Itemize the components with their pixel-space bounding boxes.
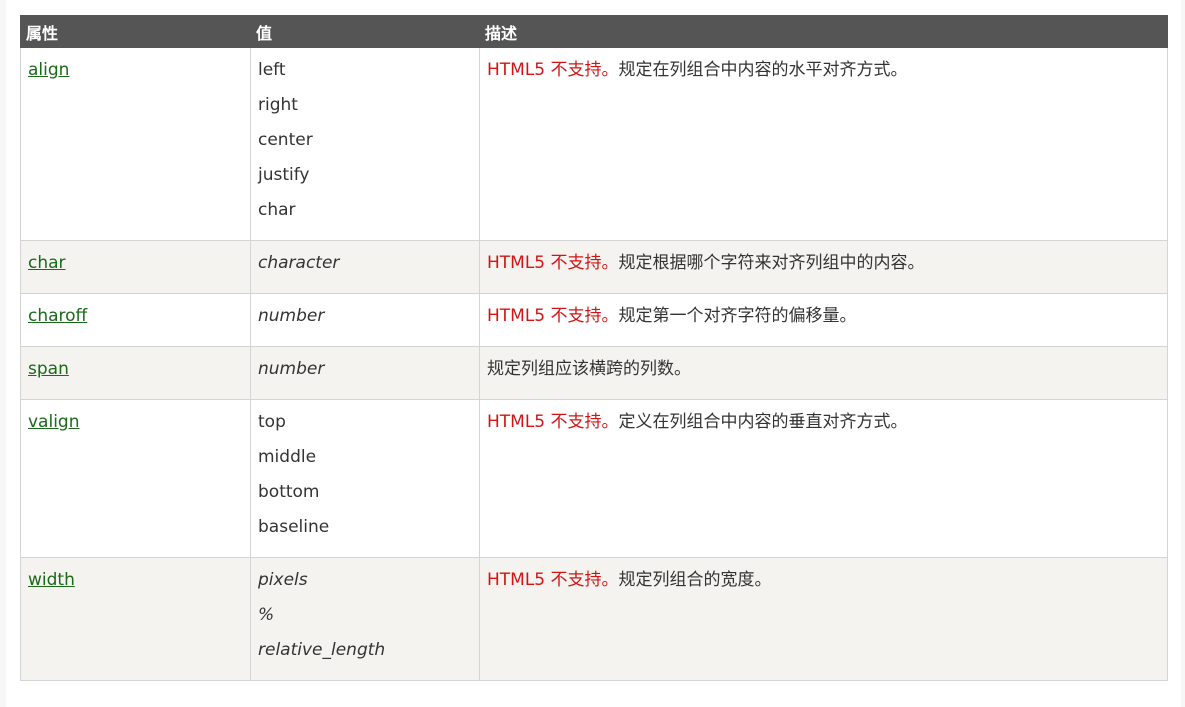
html5-unsupported-label: HTML5 不支持。 (487, 253, 619, 273)
description-text: 定义在列组合中内容的垂直对齐方式。 (618, 412, 908, 432)
value-item: center (258, 130, 313, 150)
description-cell: HTML5 不支持。规定列组合的宽度。 (479, 557, 1168, 681)
attribute-link-char[interactable]: char (28, 246, 243, 281)
attribute-cell: char (20, 240, 251, 294)
description-text-wrap: HTML5 不支持。规定根据哪个字符来对齐列组中的内容。 (487, 246, 1160, 281)
description-text: 规定列组应该横跨的列数。 (487, 359, 691, 379)
value-cell: number (250, 346, 480, 400)
description-text: 规定第一个对齐字符的偏移量。 (618, 306, 857, 326)
html5-unsupported-label: HTML5 不支持。 (487, 306, 619, 326)
value-item: bottom (258, 482, 320, 502)
value-item: char (258, 200, 296, 220)
description-text: 规定在列组合中内容的水平对齐方式。 (618, 60, 908, 80)
value-item: character (258, 253, 340, 273)
description-text-wrap: HTML5 不支持。定义在列组合中内容的垂直对齐方式。 (487, 405, 1160, 440)
description-cell: HTML5 不支持。规定在列组合中内容的水平对齐方式。 (479, 47, 1168, 241)
value-cell: top middle bottom baseline (250, 399, 480, 558)
value-item: % (258, 605, 275, 625)
description-text-wrap: 规定列组应该横跨的列数。 (487, 352, 1160, 387)
html5-unsupported-label: HTML5 不支持。 (487, 60, 619, 80)
attributes-table: 属性 值 描述 align left right center justify char H… (20, 15, 1168, 681)
header-attribute: 属性 (20, 15, 251, 48)
table-row: char character HTML5 不支持。规定根据哪个字符来对齐列组中的内容… (20, 240, 1168, 294)
value-item: baseline (258, 517, 330, 537)
value-item: middle (258, 447, 317, 467)
table-header-row: 属性 值 描述 (20, 15, 1168, 48)
value-item: right (258, 95, 298, 115)
value-cell: left right center justify char (250, 47, 480, 241)
value-cell: character (250, 240, 480, 294)
description-cell: HTML5 不支持。规定第一个对齐字符的偏移量。 (479, 293, 1168, 347)
value-item: number (258, 359, 325, 379)
value-cell: pixels% relative_length (250, 557, 480, 681)
header-description: 描述 (479, 15, 1168, 48)
attribute-link-charoff[interactable]: charoff (28, 299, 243, 334)
table-row: valign top middle bottom baseline HTML5 不支持。定… (20, 399, 1168, 558)
html5-unsupported-label: HTML5 不支持。 (487, 412, 619, 432)
attribute-cell: align (20, 47, 251, 241)
value-item: left (258, 60, 286, 80)
attribute-link-valign[interactable]: valign (28, 405, 243, 440)
attribute-link-width[interactable]: width (28, 563, 243, 598)
value-item: top (258, 412, 286, 432)
html5-unsupported-label: HTML5 不支持。 (487, 570, 619, 590)
description-text-wrap: HTML5 不支持。规定列组合的宽度。 (487, 563, 1160, 598)
header-value: 值 (250, 15, 480, 48)
description-cell: 规定列组应该横跨的列数。 (479, 346, 1168, 400)
table-row: charoff number HTML5 不支持。规定第一个对齐字符的偏移量。 (20, 293, 1168, 347)
description-cell: HTML5 不支持。定义在列组合中内容的垂直对齐方式。 (479, 399, 1168, 558)
value-cell: number (250, 293, 480, 347)
description-text: 规定列组合的宽度。 (618, 570, 772, 590)
attribute-cell: span (20, 346, 251, 400)
description-text-wrap: HTML5 不支持。规定第一个对齐字符的偏移量。 (487, 299, 1160, 334)
attribute-link-span[interactable]: span (28, 352, 243, 387)
attribute-cell: valign (20, 399, 251, 558)
description-text: 规定根据哪个字符来对齐列组中的内容。 (618, 253, 925, 273)
value-item: pixels (258, 570, 308, 590)
description-cell: HTML5 不支持。规定根据哪个字符来对齐列组中的内容。 (479, 240, 1168, 294)
table-row: width pixels% relative_length HTML5 不支持。规定列… (20, 557, 1168, 681)
value-item: relative_length (258, 640, 386, 660)
description-text-wrap: HTML5 不支持。规定在列组合中内容的水平对齐方式。 (487, 53, 1160, 88)
value-item: justify (258, 165, 310, 185)
value-item: number (258, 306, 325, 326)
attribute-link-align[interactable]: align (28, 53, 243, 88)
table-row: span number 规定列组应该横跨的列数。 (20, 346, 1168, 400)
attribute-cell: charoff (20, 293, 251, 347)
table-row: align left right center justify char HTML5 不支持… (20, 47, 1168, 241)
attribute-cell: width (20, 557, 251, 681)
